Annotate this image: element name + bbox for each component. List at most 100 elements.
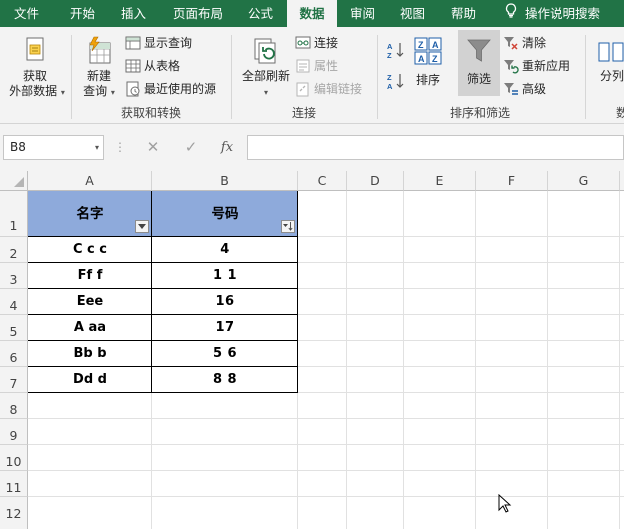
- tab-data[interactable]: 数据: [287, 0, 337, 28]
- column-header-h[interactable]: [620, 171, 624, 191]
- tab-home[interactable]: 开始: [70, 0, 95, 27]
- external-data-icon: [26, 37, 44, 61]
- tab-review[interactable]: 审阅: [350, 0, 375, 27]
- row-header-10[interactable]: 10: [0, 445, 28, 471]
- tab-formulas[interactable]: 公式: [248, 0, 273, 27]
- corner-triangle-icon: [14, 177, 24, 187]
- cell-b7[interactable]: 8 8: [152, 367, 298, 393]
- row-header-8[interactable]: 8: [0, 393, 28, 419]
- row-header-1[interactable]: 1: [0, 191, 28, 237]
- select-all-corner[interactable]: [0, 171, 28, 191]
- row-header-2[interactable]: 2: [0, 237, 28, 263]
- table-icon: [125, 59, 141, 73]
- row-header-7[interactable]: 7: [0, 367, 28, 393]
- column-header-c[interactable]: C: [298, 171, 347, 191]
- group-separator: [585, 35, 586, 119]
- new-query-icon: [89, 36, 111, 64]
- row-header-12[interactable]: 12: [0, 497, 28, 529]
- ribbon-tab-bar: 文件 开始 插入 页面布局 公式 数据 审阅 视图 帮助 操作说明搜索: [0, 0, 624, 28]
- group-separator: [231, 35, 232, 119]
- cell-b3[interactable]: 1 1: [152, 263, 298, 289]
- group-label-connections: 连接: [291, 106, 316, 120]
- svg-text:Z: Z: [387, 51, 392, 59]
- cell-a6[interactable]: Bb b: [28, 341, 152, 367]
- refresh-all-button[interactable]: 全部刷新 ▾: [238, 31, 294, 101]
- group-label-get-transform: 获取和转换: [120, 106, 181, 120]
- filter-dropdown-name[interactable]: [135, 220, 149, 233]
- ribbon: 获取 外部数据 ▾ 新建 查询 ▾ 显示查询 从表格 最近使用的源 获取和转换: [0, 27, 624, 124]
- show-queries-icon: [125, 36, 141, 50]
- name-box[interactable]: B8 ▾: [3, 135, 104, 160]
- group-label-sort-filter: 排序和筛选: [449, 106, 510, 120]
- edit-links-icon: [296, 82, 309, 97]
- tab-file[interactable]: 文件: [14, 0, 39, 27]
- gridline: [28, 418, 624, 419]
- insert-function-icon[interactable]: fx: [216, 135, 238, 160]
- sort-ascending-icon[interactable]: A Z: [387, 41, 405, 59]
- text-to-columns-label: 分列: [600, 69, 624, 83]
- confirm-entry-icon[interactable]: ✓: [180, 135, 202, 160]
- lightbulb-icon: [503, 0, 519, 27]
- row-header-3[interactable]: 3: [0, 263, 28, 289]
- row-header-5[interactable]: 5: [0, 315, 28, 341]
- refresh-all-dropdown[interactable]: ▾: [238, 84, 294, 100]
- svg-text:Z: Z: [432, 54, 438, 64]
- new-query-button[interactable]: 新建 查询 ▾: [76, 31, 122, 101]
- sort-button[interactable]: Z A A Z 排序: [410, 31, 446, 101]
- column-header-b[interactable]: B: [152, 171, 298, 191]
- row-header-6[interactable]: 6: [0, 341, 28, 367]
- text-to-columns-button[interactable]: 分列: [594, 31, 624, 101]
- gridline: [547, 191, 548, 529]
- cell-a7[interactable]: Dd d: [28, 367, 152, 393]
- cell-b5[interactable]: 17: [152, 315, 298, 341]
- cancel-entry-icon[interactable]: ✕: [142, 135, 164, 160]
- table-header-name[interactable]: 名字: [28, 191, 152, 237]
- filter-label: 筛选: [466, 72, 491, 86]
- gridline: [28, 470, 624, 471]
- more-options-icon[interactable]: ⋮: [114, 135, 126, 160]
- row-header-9[interactable]: 9: [0, 419, 28, 445]
- group-label-data-tools: 数: [616, 106, 624, 120]
- cell-a2[interactable]: C c c: [28, 237, 152, 263]
- tab-page-layout[interactable]: 页面布局: [173, 0, 223, 27]
- group-separator: [377, 35, 378, 119]
- cell-b2[interactable]: 4: [152, 237, 298, 263]
- tab-insert[interactable]: 插入: [121, 0, 146, 27]
- get-external-data-label-1: 获取: [22, 69, 47, 83]
- cell-a4[interactable]: Eee: [28, 289, 152, 315]
- chevron-down-icon[interactable]: ▾: [95, 136, 99, 159]
- mouse-cursor-icon: [498, 494, 512, 513]
- column-header-e[interactable]: E: [404, 171, 476, 191]
- column-header-d[interactable]: D: [347, 171, 404, 191]
- tab-help[interactable]: 帮助: [451, 0, 476, 27]
- formula-input[interactable]: [247, 135, 624, 160]
- row-header-4[interactable]: 4: [0, 289, 28, 315]
- cell-a5[interactable]: A aa: [28, 315, 152, 341]
- cell-b4[interactable]: 16: [152, 289, 298, 315]
- cell-b6[interactable]: 5 6: [152, 341, 298, 367]
- table-border: [28, 236, 298, 237]
- cell-a3[interactable]: Ff f: [28, 263, 152, 289]
- worksheet-grid[interactable]: A B C D E F G 1 2 3 4 5 6 7 8 9 10 11 12…: [0, 171, 624, 529]
- filter-dropdown-number[interactable]: [281, 220, 295, 233]
- row-header-11[interactable]: 11: [0, 471, 28, 497]
- table-header-number[interactable]: 号码: [152, 191, 298, 237]
- table-border: [297, 191, 298, 393]
- get-external-data-label-2: 外部数据 ▾: [9, 84, 65, 98]
- sort-descending-icon[interactable]: Z A: [387, 72, 405, 90]
- table-border: [28, 340, 298, 341]
- gridline: [28, 496, 624, 497]
- recent-sources-icon: [126, 81, 140, 97]
- gridline: [619, 191, 620, 529]
- svg-text:Z: Z: [387, 73, 392, 82]
- column-header-a[interactable]: A: [28, 171, 152, 191]
- column-header-f[interactable]: F: [476, 171, 548, 191]
- gridline: [28, 444, 624, 445]
- column-header-g[interactable]: G: [548, 171, 620, 191]
- tab-view[interactable]: 视图: [400, 0, 425, 27]
- svg-text:A: A: [432, 40, 439, 50]
- table-border: [28, 366, 298, 367]
- filter-button[interactable]: 筛选: [458, 30, 500, 96]
- get-external-data-button[interactable]: 获取 外部数据 ▾: [4, 31, 66, 101]
- tell-me-search[interactable]: 操作说明搜索: [503, 0, 600, 27]
